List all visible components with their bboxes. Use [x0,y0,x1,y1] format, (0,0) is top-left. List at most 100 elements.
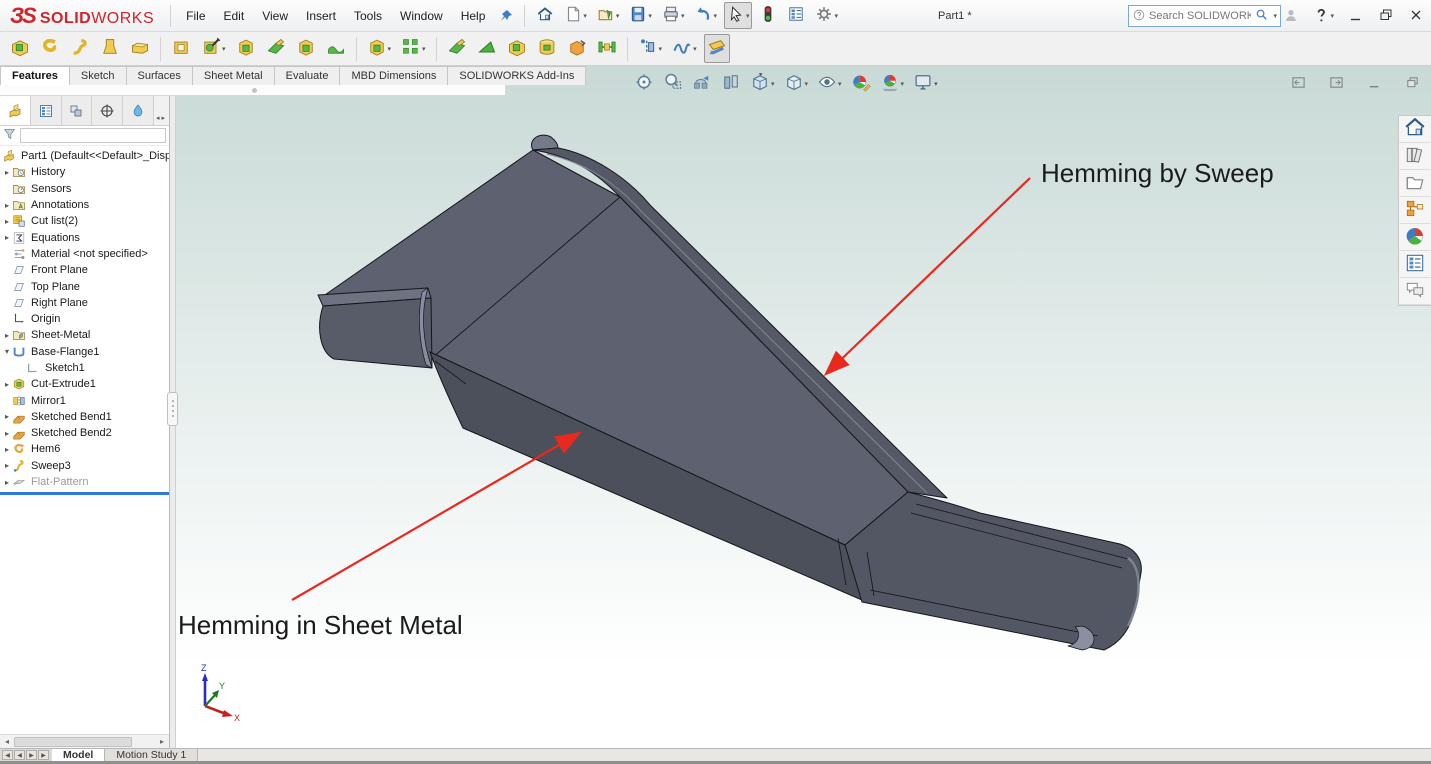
tree-item-material-not-specified[interactable]: Material <not specified> [0,246,169,262]
expand-arrow-icon[interactable]: ▾ [2,347,12,356]
dropdown-caret-icon[interactable]: ▾ [934,80,938,88]
tree-item-cut-list-2[interactable]: ▸ Cut list(2) [0,213,169,229]
reference-geometry-button[interactable]: ▾ [635,34,666,63]
dropdown-caret-icon[interactable]: ▾ [616,12,620,20]
tree-item-flat-pattern[interactable]: ▸ Flat-Pattern [0,474,169,490]
unfold-button[interactable] [233,34,259,63]
dropdown-caret-icon[interactable]: ▾ [771,80,775,88]
curves-button[interactable]: ▾ [669,34,700,63]
help-button[interactable]: ▾ [1310,4,1337,29]
section-view-button[interactable] [718,69,744,98]
menu-help[interactable]: Help [452,9,495,23]
tree-item-base-flange1[interactable]: ▾ Base-Flange1 [0,344,169,360]
tree-item-top-plane[interactable]: Top Plane [0,278,169,294]
dropdown-caret-icon[interactable]: ▾ [838,80,842,88]
base-flange-button[interactable] [7,34,33,63]
doc-minimize-button[interactable] [1364,72,1385,96]
propertymanager-tab[interactable] [30,96,62,125]
panel-splitter-handle[interactable] [167,392,178,426]
menu-insert[interactable]: Insert [297,9,345,23]
apply-scene-button[interactable]: ▾ [877,69,908,98]
vent-button[interactable] [534,34,560,63]
tree-item-cut-extrude1[interactable]: ▸ Cut-Extrude1 [0,376,169,392]
options-button[interactable] [784,2,808,29]
rebuild-button[interactable] [756,2,780,29]
tab-mbd-dimensions[interactable]: MBD Dimensions [340,66,449,85]
search-help-box[interactable]: Search SOLIDWORKS Help ▾ [1128,5,1281,27]
convert-to-sheet-metal-button[interactable]: ▾ [364,34,395,63]
tree-item-sketched-bend2[interactable]: ▸ Sketched Bend2 [0,425,169,441]
swept-flange-button[interactable] [127,34,153,63]
new-document-button[interactable]: ▾ [561,2,590,29]
tab-sheet-metal[interactable]: Sheet Metal [192,66,275,85]
panel-tab-scroll-arrows[interactable]: ◂▸ [154,96,169,125]
scroll-left-icon[interactable]: ◂ [1,737,13,746]
restore-button[interactable] [1375,4,1397,29]
rip-button[interactable] [444,34,470,63]
next-study-button[interactable]: ▶ [26,750,37,760]
menu-window[interactable]: Window [391,9,452,23]
previous-view-button[interactable] [689,69,715,98]
dropdown-caret-icon[interactable]: ▾ [746,12,750,20]
annotation-hemming-by-sweep[interactable]: Hemming by Sweep [1041,158,1274,188]
lofted-bend-button[interactable] [97,34,123,63]
dropdown-caret-icon[interactable]: ▾ [834,12,838,20]
custom-properties-tab[interactable] [1399,251,1431,278]
dropdown-caret-icon[interactable]: ▾ [659,45,663,53]
hide-show-items-button[interactable]: ▾ [814,69,845,98]
dropdown-caret-icon[interactable]: ▾ [681,12,685,20]
tree-item-sweep3[interactable]: ▸ Sweep3 [0,458,169,474]
expand-arrow-icon[interactable]: ▸ [2,217,12,226]
forming-tool-button[interactable] [323,34,349,63]
undo-button[interactable]: ▾ [691,2,720,29]
pin-toolbar-icon[interactable] [498,8,514,24]
home-button[interactable] [533,2,557,29]
tab-motion-study-1[interactable]: Motion Study 1 [105,749,199,761]
open-button[interactable]: ▾ [594,2,623,29]
tab-features[interactable]: Features [0,66,70,85]
tree-item-mirror1[interactable]: Mirror1 [0,392,169,408]
tab-surfaces[interactable]: Surfaces [126,66,193,85]
insert-bends-button[interactable] [474,34,500,63]
dropdown-caret-icon[interactable]: ▾ [1273,12,1277,20]
move-face-button[interactable] [564,34,590,63]
menu-view[interactable]: View [253,9,297,23]
dropdown-caret-icon[interactable]: ▾ [1330,12,1334,20]
dimxpertmanager-tab[interactable] [92,96,124,125]
expand-arrow-icon[interactable]: ▸ [2,233,12,242]
expand-arrow-icon[interactable]: ▸ [2,461,12,470]
minimize-button[interactable] [1345,4,1367,29]
extruded-cut-button[interactable] [168,34,194,63]
dropdown-caret-icon[interactable]: ▾ [693,45,697,53]
expand-arrow-icon[interactable]: ▸ [2,201,12,210]
menu-edit[interactable]: Edit [215,9,254,23]
expand-arrow-icon[interactable]: ▸ [2,331,12,340]
view-palette-tab[interactable] [1399,197,1431,224]
settings-button[interactable]: ▾ [812,2,841,29]
expand-arrow-icon[interactable]: ▸ [2,478,12,487]
zoom-to-fit-button[interactable] [631,69,657,98]
display-style-button[interactable]: ▾ [781,69,812,98]
tree-horizontal-scrollbar[interactable]: ◂ ▸ [0,734,169,748]
view-settings-button[interactable]: ▾ [910,69,941,98]
commandmanager-collapse-strip[interactable] [0,85,506,96]
fold-button[interactable] [263,34,289,63]
pane-left-button[interactable] [1288,72,1309,96]
tab-evaluate[interactable]: Evaluate [274,66,341,85]
dropdown-caret-icon[interactable]: ▾ [648,12,652,20]
save-button[interactable]: ▾ [626,2,655,29]
tree-item-origin[interactable]: Origin [0,311,169,327]
last-study-button[interactable]: ▶ [38,750,49,760]
dropdown-caret-icon[interactable]: ▾ [422,45,426,53]
tree-item-annotations[interactable]: ▸ Annotations [0,197,169,213]
menu-file[interactable]: File [177,9,214,23]
hole-wizard-button[interactable]: ▾ [198,34,229,63]
zoom-to-area-button[interactable] [660,69,686,98]
expand-arrow-icon[interactable]: ▸ [2,412,12,421]
tree-item-sketched-bend1[interactable]: ▸ Sketched Bend1 [0,409,169,425]
displaymanager-tab[interactable] [123,96,154,125]
print-button[interactable]: ▾ [659,2,688,29]
tree-item-sensors[interactable]: Sensors [0,181,169,197]
part-3d-model[interactable] [317,134,1142,651]
tab-model[interactable]: Model [52,749,106,761]
